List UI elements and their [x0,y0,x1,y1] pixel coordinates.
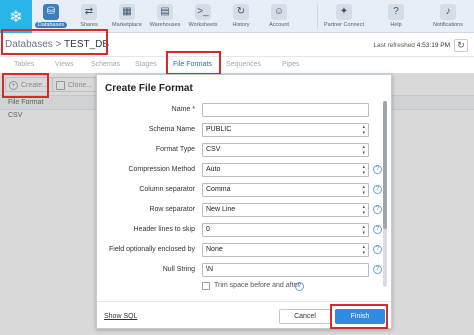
bell-icon: ♪ [440,4,456,20]
tab-pipes[interactable]: Pipes [282,61,300,68]
null-string-label: Null String [162,266,195,273]
share-icon: ⇄ [81,4,97,20]
last-refreshed: Last refreshed 4:53:19 PM [373,42,450,49]
dialog-title: Create File Format [105,83,193,94]
format-type-label: Format Type [155,146,195,153]
help-icon[interactable]: ? [373,205,382,214]
name-label: Name * [171,106,195,113]
format-type-select[interactable]: CSV [202,143,369,157]
highlight-box-file-formats-tab [166,51,221,75]
nav-label: History [232,22,250,28]
nav-marketplace[interactable]: ▦ Marketplace [108,0,146,33]
show-sql-link[interactable]: Show SQL [104,313,137,320]
trim-space-checkbox[interactable] [202,282,210,290]
compression-method-select[interactable]: Auto [202,163,369,177]
tab-tables[interactable]: Tables [14,61,34,68]
help-icon[interactable]: ? [373,225,382,234]
schema-name-label: Schema Name [148,126,195,133]
help-icon: ? [388,4,404,20]
null-string-input[interactable]: \N [202,263,369,277]
tab-views[interactable]: Views [55,61,74,68]
help-icon[interactable]: ? [373,185,382,194]
cancel-button[interactable]: Cancel [279,309,331,324]
last-refreshed-label: Last refreshed [373,42,415,49]
enclosed-by-select[interactable]: None [202,243,369,257]
help-icon[interactable]: ? [373,265,382,274]
enclosed-by-label: Field optionally enclosed by [109,246,195,253]
header-lines-stepper[interactable]: 0 [202,223,369,237]
nav-right-group: ✦ Partner Connect ? Help ♪ Notifications [317,0,474,33]
nav-partner-connect[interactable]: ✦ Partner Connect [318,0,370,33]
account-icon: ☺ [271,4,287,20]
nav-label: Shares [80,22,98,28]
column-separator-label: Column separator [139,186,195,193]
nav-worksheets[interactable]: >_ Worksheets [184,0,222,33]
history-icon: ↻ [233,4,249,20]
dialog-scrollbar-thumb[interactable] [383,101,387,229]
name-input[interactable] [202,103,369,117]
warehouse-icon: ▤ [157,4,173,20]
nav-label: Partner Connect [323,22,365,28]
schema-name-select[interactable]: PUBLIC [202,123,369,137]
partner-connect-icon: ✦ [336,4,352,20]
tab-schemas[interactable]: Schemas [91,61,120,68]
nav-label: Notifications [433,22,463,28]
column-separator-select[interactable]: Comma [202,183,369,197]
nav-label: Warehouses [149,22,181,28]
create-file-format-dialog: Create File Format Name * Schema Name PU… [96,74,392,329]
highlight-box-create-button [2,73,49,98]
nav-label: Help [390,22,402,28]
row-separator-select[interactable]: New Line [202,203,369,217]
trim-space-label: Trim space before and after [214,282,300,289]
nav-label: Databases [34,22,68,28]
nav-label: Account [269,22,289,28]
tab-sequences[interactable]: Sequences [226,61,261,68]
dialog-footer-divider [97,301,391,302]
nav-history[interactable]: ↻ History [222,0,260,33]
header-lines-label: Header lines to skip [133,226,195,233]
nav-label: Marketplace [112,22,142,28]
compression-method-label: Compression Method [128,166,195,173]
last-refreshed-time: 4:53:19 PM [416,42,450,49]
row-separator-label: Row separator [149,206,195,213]
marketplace-icon: ▦ [119,4,135,20]
nav-account[interactable]: ☺ Account [260,0,298,33]
database-icon: ⛁ [43,4,59,20]
nav-notifications[interactable]: ♪ Notifications [422,0,474,33]
help-icon[interactable]: ? [373,245,382,254]
highlight-box-breadcrumb [1,29,108,55]
object-tabs: Tables Views Schemas Stages File Formats… [0,57,474,74]
highlight-box-finish-button [330,304,388,329]
help-icon[interactable]: ? [373,165,382,174]
tab-stages[interactable]: Stages [135,61,157,68]
help-icon[interactable]: ? [295,282,304,291]
refresh-button[interactable]: ↻ [454,39,468,52]
nav-warehouses[interactable]: ▤ Warehouses [146,0,184,33]
nav-label: Worksheets [188,22,218,28]
nav-help[interactable]: ? Help [370,0,422,33]
terminal-icon: >_ [195,4,211,20]
